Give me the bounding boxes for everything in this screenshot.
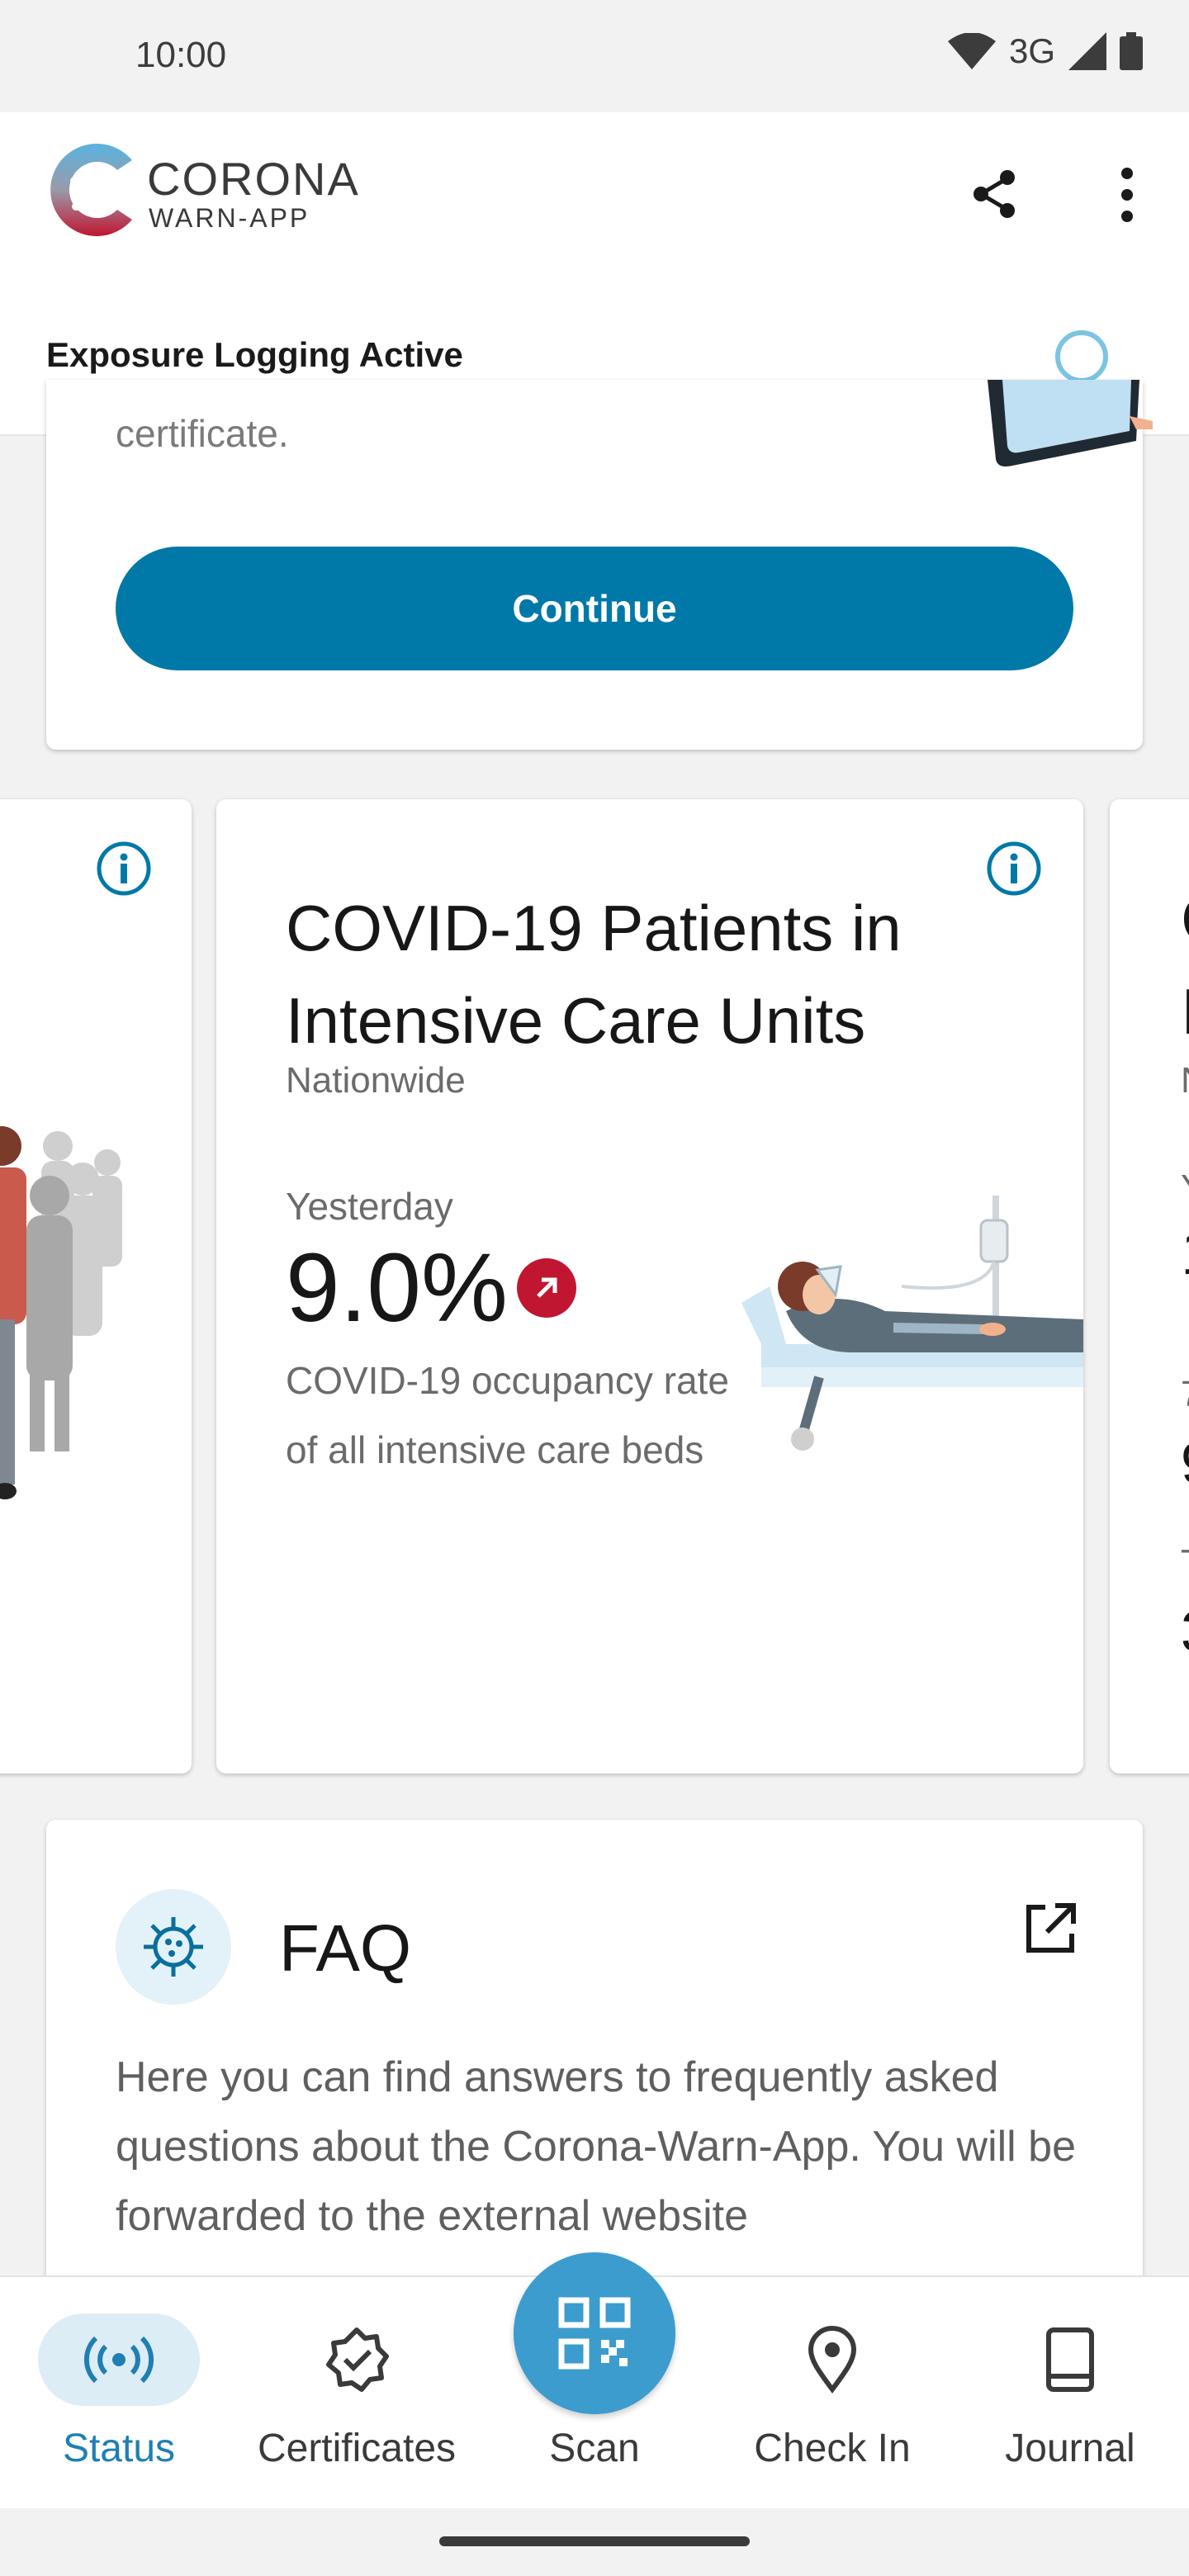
card-partial-text: certificate. [116, 412, 289, 455]
battery-icon [1120, 32, 1143, 70]
status-bar: 10:00 3G [0, 0, 1189, 112]
nav-active-indicator [38, 2313, 200, 2406]
external-link-icon[interactable] [1021, 1899, 1080, 1958]
peek-line-char: Y [1181, 1167, 1189, 1209]
statistic-period-label: Yesterday [286, 1185, 453, 1228]
statistic-region: Nationwide [286, 1060, 466, 1101]
nav-item-check-in[interactable]: Check In [725, 2277, 940, 2510]
nav-label-check-in: Check In [754, 2427, 911, 2470]
nav-icon-container [751, 2313, 913, 2406]
badge-check-icon [326, 2327, 389, 2392]
statistic-value: 9.0% [286, 1234, 508, 1342]
phone-illustration [988, 380, 1153, 466]
faq-title: FAQ [279, 1911, 412, 1985]
people-illustration [0, 1126, 122, 1499]
statistic-title: COVID-19 Patients in Intensive Care Unit… [286, 892, 902, 1057]
peek-title-char: C [1181, 882, 1189, 957]
gesture-bar-area [0, 2508, 1189, 2576]
qr-code-icon [558, 2297, 631, 2370]
nav-label-status: Status [62, 2427, 176, 2470]
brand-name: CORONA [147, 153, 360, 205]
info-icon[interactable] [96, 841, 152, 897]
scan-button[interactable] [514, 2252, 675, 2414]
nav-item-journal[interactable]: Journal [963, 2277, 1177, 2510]
book-icon [1046, 2327, 1094, 2392]
nav-item-status[interactable]: Status [12, 2277, 226, 2510]
nav-label-scan: Scan [549, 2427, 640, 2470]
brand-subname: WARN-APP [149, 203, 310, 233]
peek-line-char: 3 [1181, 1598, 1189, 1664]
location-pin-icon [808, 2326, 857, 2394]
nav-icon-container [989, 2313, 1151, 2406]
statistics-card-next[interactable]: C I N Y 1 7 9 T 3 [1110, 799, 1189, 1773]
peek-line-char: N [1181, 1060, 1189, 1101]
peek-line-char: T [1181, 1542, 1189, 1584]
statistic-description: COVID-19 occupancy rate of all intensive… [286, 1359, 729, 1471]
icu-patient-illustration [741, 1196, 1083, 1451]
virus-icon [144, 1917, 203, 1977]
nav-label-certificates: Certificates [257, 2427, 457, 2470]
nav-item-certificates[interactable]: Certificates [249, 2277, 464, 2510]
peek-line-char: 9 [1181, 1430, 1189, 1496]
corona-warn-app-logo [50, 144, 133, 236]
signal-icon [1068, 32, 1106, 70]
peek-line-char: 1 [1181, 1217, 1189, 1289]
status-time: 10:00 [135, 35, 227, 75]
peek-title-char: I [1181, 974, 1189, 1049]
peek-line-char: 7 [1181, 1374, 1189, 1415]
radio-waves-icon [83, 2336, 154, 2384]
faq-icon-badge [116, 1889, 231, 2005]
more-options-icon[interactable] [1102, 162, 1152, 228]
statistics-card-icu[interactable]: COVID-19 Patients in Intensive Care Unit… [216, 799, 1083, 1773]
status-icons: 3G [947, 31, 1143, 71]
nav-label-journal: Journal [1005, 2427, 1135, 2470]
faq-description: Here you can find answers to frequently … [116, 2053, 1077, 2240]
network-type: 3G [1008, 31, 1055, 70]
wifi-icon [947, 33, 996, 69]
trend-up-icon [517, 1258, 576, 1318]
continue-button[interactable]: Continue [116, 547, 1073, 670]
exposure-logging-status[interactable]: Exposure Logging Active [46, 335, 463, 375]
nav-icon-container [276, 2313, 438, 2406]
home-gesture-bar[interactable] [439, 2536, 750, 2546]
loading-ring-icon [1055, 330, 1108, 383]
share-icon[interactable] [966, 165, 1024, 223]
statistics-card-previous[interactable] [0, 799, 192, 1773]
certificate-card: certificate. Continue [46, 380, 1153, 750]
